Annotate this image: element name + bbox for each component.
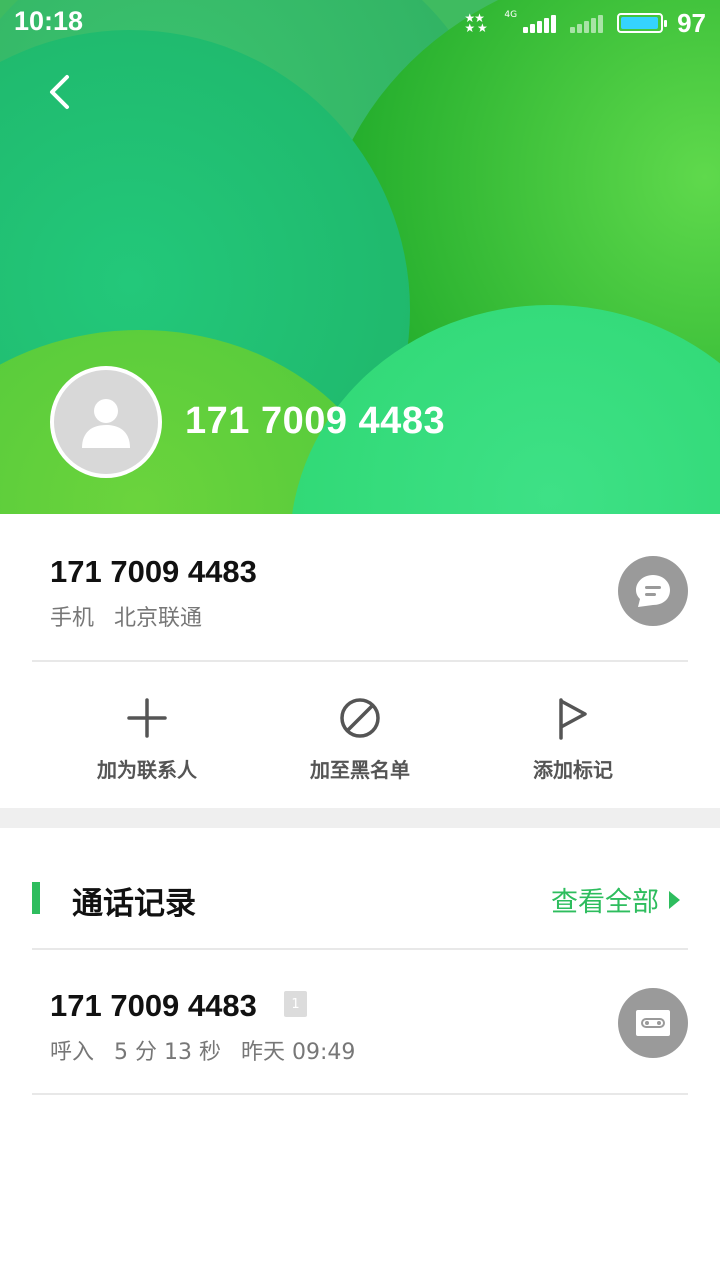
view-all-button[interactable]: 查看全部: [551, 880, 680, 919]
carrier: 北京联通: [114, 606, 203, 631]
avatar: [50, 366, 162, 478]
number-type: 手机: [50, 606, 95, 631]
battery-icon: [617, 13, 668, 33]
sim-card-icon: 1: [284, 991, 307, 1017]
stars-icon: ★★ ★ ★: [464, 11, 487, 35]
status-icons: ★★ ★ ★ 4G 97: [464, 8, 706, 38]
network-type: 4G: [504, 10, 518, 20]
contact-header: 10:18 ★★ ★ ★ 4G 97 171 7009 4483: [0, 0, 720, 514]
view-all-label: 查看全部: [551, 887, 659, 918]
block-icon: [260, 696, 460, 740]
plus-icon: [47, 696, 247, 740]
battery-fill: [621, 17, 658, 29]
back-button[interactable]: [30, 62, 90, 122]
call-log-header: 通话记录 查看全部: [0, 828, 720, 950]
phone-number: 171 7009 4483: [50, 554, 257, 589]
person-icon: [82, 399, 130, 448]
add-blacklist-button[interactable]: 加至黑名单: [260, 662, 460, 808]
add-tag-label: 添加标记: [533, 758, 613, 782]
call-log-entry[interactable]: 171 7009 4483 1 呼入 5 分 13 秒 昨天 09:49: [0, 950, 720, 1094]
call-log-details: 呼入 5 分 13 秒 昨天 09:49: [50, 1034, 355, 1066]
call-direction: 呼入: [50, 1040, 95, 1065]
call-log-number: 171 7009 4483: [50, 988, 257, 1023]
add-contact-button[interactable]: 加为联系人: [47, 662, 247, 808]
add-tag-button[interactable]: 添加标记: [473, 662, 673, 808]
number-info: 手机 北京联通: [50, 600, 202, 632]
add-blacklist-label: 加至黑名单: [310, 758, 410, 782]
flag-icon: [473, 696, 673, 740]
section-accent-bar: [32, 882, 40, 914]
battery-level: 97: [677, 7, 706, 38]
signal-sim2-icon: [570, 13, 604, 33]
call-log-title: 通话记录: [72, 886, 196, 922]
number-card: 171 7009 4483 手机 北京联通: [0, 514, 720, 662]
status-bar: 10:18 ★★ ★ ★ 4G 97: [0, 0, 720, 44]
triangle-right-icon: [669, 890, 680, 909]
section-separator: [0, 808, 720, 828]
recording-button[interactable]: [618, 988, 688, 1058]
chevron-left-icon: [50, 75, 69, 109]
divider: [32, 1093, 688, 1095]
call-duration: 5 分 13 秒: [114, 1040, 221, 1065]
header-phone-number: 171 7009 4483: [185, 400, 446, 442]
add-contact-label: 加为联系人: [97, 758, 197, 782]
action-row: 加为联系人 加至黑名单 添加标记: [0, 662, 720, 808]
status-time: 10:18: [14, 6, 84, 36]
message-button[interactable]: [618, 556, 688, 626]
message-bubble-icon: [636, 575, 670, 607]
call-time: 昨天 09:49: [241, 1040, 356, 1065]
signal-icon: [523, 13, 557, 33]
cassette-icon: [636, 1010, 670, 1036]
